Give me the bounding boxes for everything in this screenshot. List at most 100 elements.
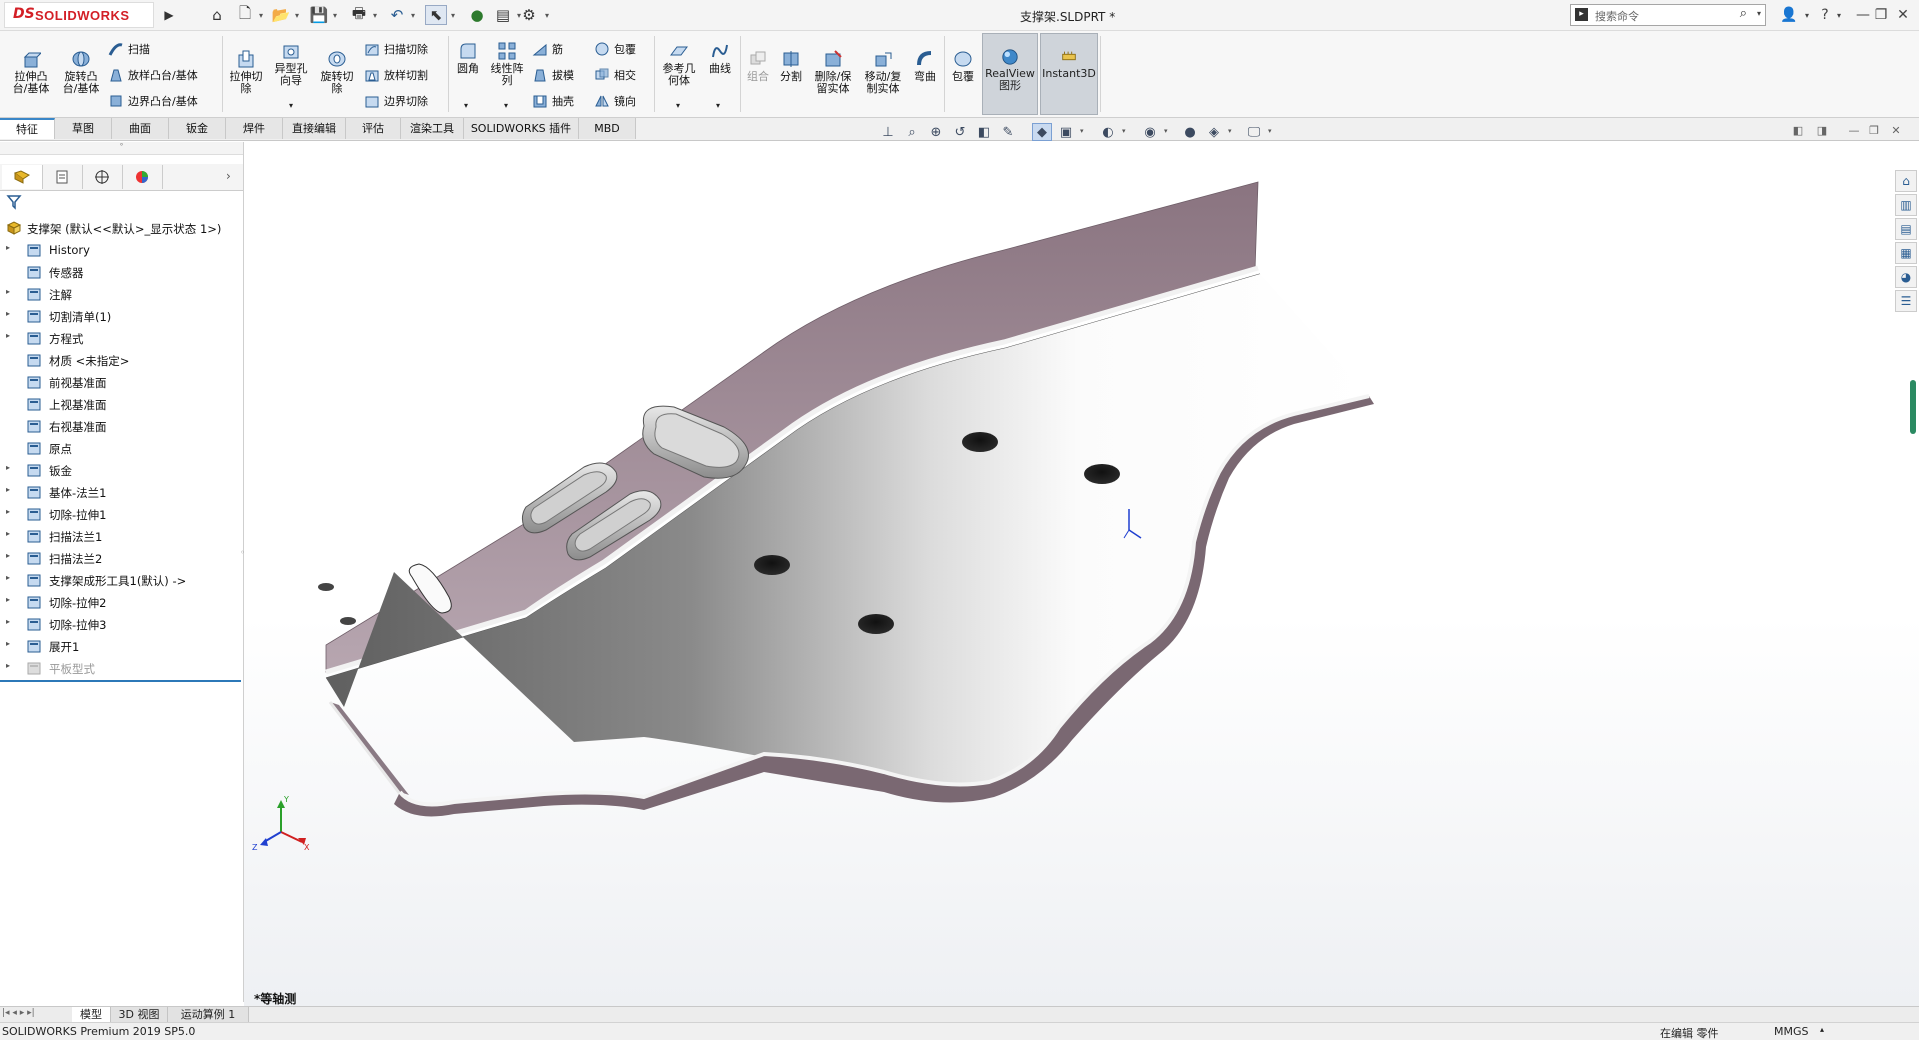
mounting-hole[interactable] — [962, 432, 998, 452]
task-pane-custom-properties-icon[interactable]: ☰ — [1895, 290, 1917, 312]
user-account-icon[interactable]: 👤 — [1778, 4, 1800, 26]
display-monitor-icon[interactable]: 🖵 — [1244, 123, 1264, 141]
hole-wizard-button[interactable]: 异型孔 向导 — [270, 41, 312, 87]
options-dropdown-icon[interactable]: ▾ — [542, 5, 552, 25]
loft-button[interactable]: 放样凸台/基体 — [108, 67, 198, 83]
file-properties-icon[interactable]: ▤ — [492, 5, 514, 25]
display-style-dropdown-icon[interactable]: ▾ — [1080, 127, 1084, 135]
linear-pattern-button[interactable]: 线性阵 列 — [488, 41, 526, 87]
tab-evaluate[interactable]: 评估 — [346, 118, 401, 139]
task-pane-resources-icon[interactable]: ▥ — [1895, 194, 1917, 216]
viewport-minimize-icon[interactable]: — — [1846, 122, 1862, 138]
task-pane-design-library-icon[interactable]: ▦ — [1895, 242, 1917, 264]
tree-item[interactable]: ▸ 注解 — [0, 283, 243, 305]
tree-item[interactable]: ▸ 方程式 — [0, 327, 243, 349]
configuration-manager-tab-icon[interactable] — [82, 165, 123, 189]
viewport-close-icon[interactable]: ✕ — [1888, 122, 1904, 138]
tab-weldments[interactable]: 焊件 — [226, 118, 283, 139]
panel-tabs-expand-icon[interactable]: › — [226, 169, 231, 183]
coordinate-triad[interactable]: Y X Z — [252, 795, 310, 852]
sheet-metal-part-model[interactable]: Y X Z — [244, 142, 1919, 1006]
expand-toggle-icon[interactable]: ▸ — [6, 287, 10, 296]
search-input[interactable]: 搜索命令 — [1595, 8, 1639, 24]
graphics-area[interactable]: Y X Z *等轴测 — [244, 142, 1919, 1006]
display-manager-tab-icon[interactable] — [122, 165, 163, 189]
reference-geometry-button[interactable]: 参考几 何体 — [658, 41, 700, 87]
loft-cut-button[interactable]: 放样切割 — [364, 67, 428, 83]
wrap-button[interactable]: 包覆 — [594, 41, 636, 57]
mirror-button[interactable]: 镜向 — [594, 93, 636, 109]
task-pane-scroll-handle[interactable] — [1910, 380, 1916, 434]
unit-system-selector[interactable]: MMGS — [1774, 1025, 1809, 1038]
help-dropdown-icon[interactable]: ▾ — [1834, 4, 1844, 26]
small-hole[interactable] — [318, 583, 334, 591]
view-normal-to-icon[interactable]: ⊥ — [878, 123, 898, 141]
search-icon[interactable]: ⌕ — [1740, 6, 1747, 21]
search-mode-icon[interactable]: ▸ — [1575, 8, 1588, 21]
bottom-tab-motion-study[interactable]: 运动算例 1 — [168, 1007, 249, 1022]
restore-window-icon[interactable]: ❐ — [1870, 4, 1892, 26]
feature-manager-tab-icon[interactable] — [2, 165, 43, 189]
task-pane-home-icon[interactable]: ⌂ — [1895, 170, 1917, 192]
appearance-dropdown-icon[interactable]: ▾ — [1164, 127, 1168, 135]
tab-sketch[interactable]: 草图 — [55, 118, 112, 139]
expand-toggle-icon[interactable]: ▸ — [6, 639, 10, 648]
rebuild-icon[interactable]: ● — [466, 5, 488, 25]
tab-solidworks-addins[interactable]: SOLIDWORKS 插件 — [464, 118, 579, 139]
move-copy-body-button[interactable]: 移动/复 制实体 — [860, 49, 906, 95]
sweep-cut-button[interactable]: 扫描切除 — [364, 41, 428, 57]
section-view-icon[interactable]: ◧ — [974, 123, 994, 141]
help-icon[interactable]: ? — [1814, 4, 1836, 26]
undo-icon[interactable]: ↶ — [386, 5, 408, 25]
new-dropdown-icon[interactable]: ▾ — [256, 5, 266, 25]
open-dropdown-icon[interactable]: ▾ — [292, 5, 302, 25]
curves-dropdown-icon[interactable]: ▾ — [716, 101, 720, 110]
view-orientation-icon[interactable]: ◆ — [1032, 123, 1052, 141]
monitor-dropdown-icon[interactable]: ▾ — [1268, 127, 1272, 135]
hide-show-dropdown-icon[interactable]: ▾ — [1122, 127, 1126, 135]
hide-show-items-icon[interactable]: ◐ — [1098, 123, 1118, 141]
tree-item[interactable]: 材质 <未指定> — [0, 349, 243, 371]
search-dropdown-icon[interactable]: ▾ — [1757, 9, 1761, 18]
extrude-boss-button[interactable]: 拉伸凸 台/基体 — [8, 49, 54, 95]
expand-toggle-icon[interactable]: ▸ — [6, 551, 10, 560]
fillet-dropdown-icon[interactable]: ▾ — [464, 101, 468, 110]
boundary-boss-button[interactable]: 边界凸台/基体 — [108, 93, 198, 109]
expand-toggle-icon[interactable]: ▸ — [6, 617, 10, 626]
revolve-cut-button[interactable]: 旋转切 除 — [316, 49, 358, 95]
bottom-tab-model[interactable]: 模型 — [72, 1007, 111, 1022]
boundary-cut-button[interactable]: 边界切除 — [364, 93, 428, 109]
expand-toggle-icon[interactable]: ▸ — [6, 485, 10, 494]
sweep-button[interactable]: 扫描 — [108, 41, 150, 57]
print-icon[interactable]: 🖶 — [348, 4, 370, 25]
select-pointer-icon[interactable]: ⬉ — [425, 5, 447, 25]
apply-scene-icon[interactable]: ● — [1180, 123, 1200, 141]
display-style-icon[interactable]: ▣ — [1056, 123, 1076, 141]
tree-item[interactable]: 右视基准面 — [0, 415, 243, 437]
flex-button[interactable]: 弯曲 — [910, 49, 940, 83]
draft-button[interactable]: 拔模 — [532, 67, 574, 83]
tab-features[interactable]: 特征 — [0, 118, 55, 139]
tree-item[interactable]: ▸ 扫描法兰2 — [0, 547, 243, 569]
expand-toggle-icon[interactable]: ▸ — [6, 507, 10, 516]
tree-item[interactable]: ▸ History — [0, 239, 243, 261]
rib-button[interactable]: 筋 — [532, 41, 563, 57]
hole-wizard-dropdown-icon[interactable]: ▾ — [289, 101, 293, 110]
small-hole[interactable] — [340, 617, 356, 625]
tree-item[interactable]: 前视基准面 — [0, 371, 243, 393]
solidworks-logo[interactable]: DS SOLIDWORKS — [4, 2, 154, 28]
tree-item[interactable]: 传感器 — [0, 261, 243, 283]
zoom-area-icon[interactable]: ⊕ — [926, 123, 946, 141]
home-icon[interactable]: ⌂ — [206, 5, 228, 25]
close-window-icon[interactable]: ✕ — [1892, 4, 1914, 26]
intersect-button[interactable]: 相交 — [594, 67, 636, 83]
view-settings-dropdown-icon[interactable]: ▾ — [1228, 127, 1232, 135]
fillet-button[interactable]: 圆角 — [452, 41, 484, 75]
panel-grip[interactable]: ° — [0, 142, 243, 155]
task-pane-file-explorer-icon[interactable]: ▤ — [1895, 218, 1917, 240]
realview-graphics-button[interactable]: RealView 图形 — [982, 33, 1038, 115]
instant3d-button[interactable]: Instant3D — [1040, 33, 1098, 115]
previous-view-icon[interactable]: ↺ — [950, 123, 970, 141]
zoom-to-fit-icon[interactable]: ⌕ — [902, 123, 922, 141]
tree-item[interactable]: ▸ 基体-法兰1 — [0, 481, 243, 503]
